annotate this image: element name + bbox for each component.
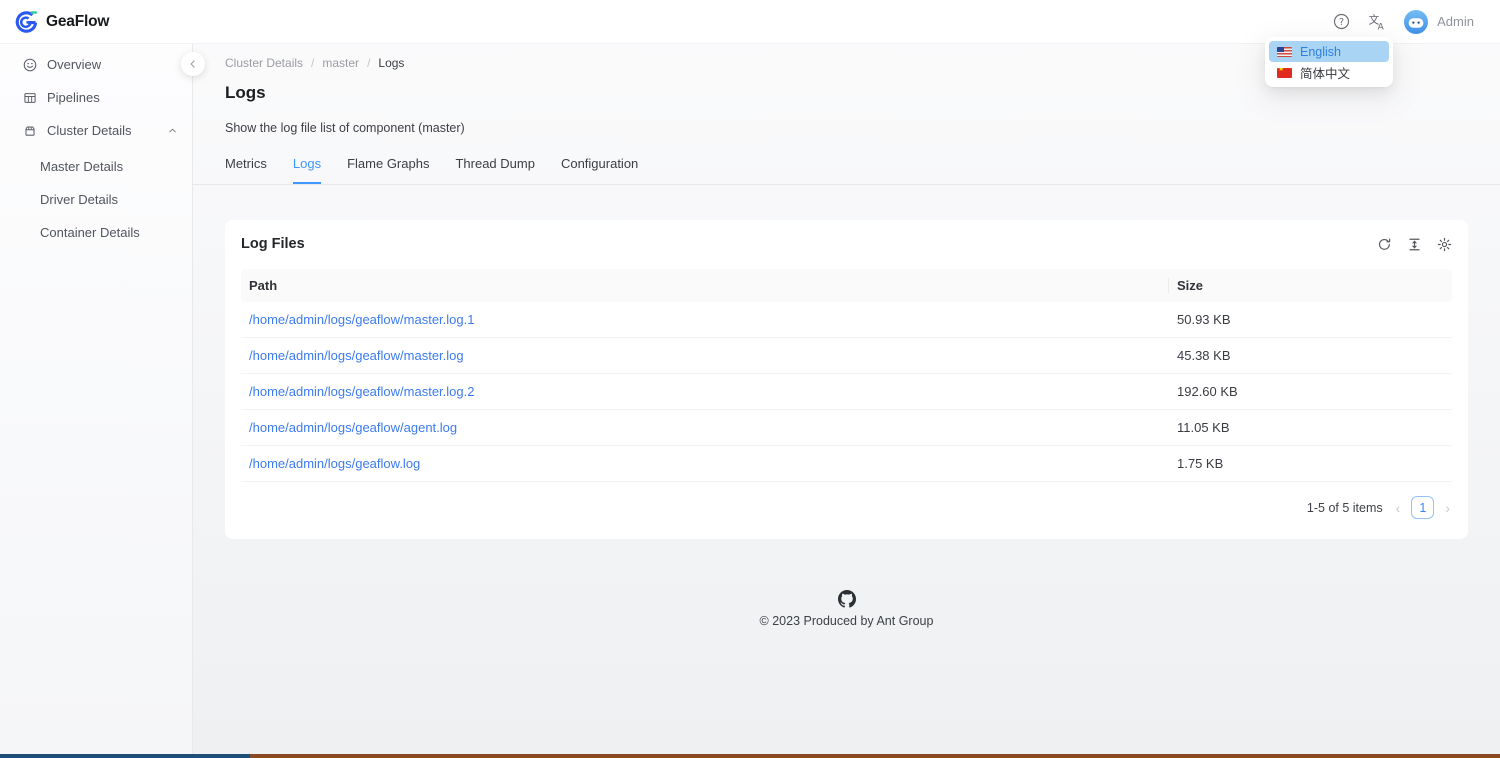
- tab-flame-graphs[interactable]: Flame Graphs: [347, 156, 429, 184]
- svg-text:?: ?: [1339, 17, 1344, 28]
- settings-gear-icon[interactable]: [1437, 237, 1452, 252]
- table-icon: [23, 91, 37, 105]
- log-file-size: 45.38 KB: [1169, 338, 1452, 373]
- geaflow-logo-icon: [14, 9, 39, 34]
- sidebar-item-label: Overview: [47, 57, 178, 72]
- log-file-link[interactable]: /home/admin/logs/geaflow.log: [249, 456, 420, 471]
- log-file-size: 11.05 KB: [1169, 410, 1452, 445]
- column-header-size: Size: [1169, 269, 1452, 302]
- sidebar: Overview Pipelines Cluster Details: [0, 44, 193, 758]
- help-icon[interactable]: ?: [1333, 13, 1350, 30]
- table-row: /home/admin/logs/geaflow/agent.log 11.05…: [241, 410, 1452, 446]
- table-row: /home/admin/logs/geaflow.log 1.75 KB: [241, 446, 1452, 482]
- sidebar-item-overview[interactable]: Overview: [0, 48, 192, 81]
- column-header-path: Path: [241, 269, 1169, 302]
- breadcrumb-item[interactable]: master: [322, 56, 359, 70]
- pagination-page-1[interactable]: 1: [1411, 496, 1434, 519]
- pagination: 1-5 of 5 items ‹ 1 ›: [241, 482, 1452, 523]
- sidebar-subitem-label: Driver Details: [40, 192, 118, 207]
- language-label: 简体中文: [1300, 63, 1350, 82]
- chevron-up-icon: [167, 125, 178, 136]
- language-option-chinese[interactable]: 简体中文: [1269, 62, 1389, 83]
- tab-configuration[interactable]: Configuration: [561, 156, 638, 184]
- log-file-size: 1.75 KB: [1169, 446, 1452, 481]
- sidebar-item-driver-details[interactable]: Driver Details: [0, 183, 192, 216]
- us-flag-icon: [1277, 47, 1292, 57]
- log-file-size: 50.93 KB: [1169, 302, 1452, 337]
- sidebar-item-label: Pipelines: [47, 90, 178, 105]
- smile-icon: [23, 58, 37, 72]
- sidebar-item-label: Cluster Details: [47, 123, 157, 138]
- page-footer: © 2023 Produced by Ant Group: [225, 590, 1468, 628]
- page-description: Show the log file list of component (mas…: [225, 121, 1468, 135]
- breadcrumb-separator: /: [367, 56, 370, 70]
- sidebar-subitem-label: Master Details: [40, 159, 123, 174]
- github-icon[interactable]: [838, 590, 856, 608]
- tab-metrics[interactable]: Metrics: [225, 156, 267, 184]
- sidebar-item-master-details[interactable]: Master Details: [0, 150, 192, 183]
- table-row: /home/admin/logs/geaflow/master.log.2 19…: [241, 374, 1452, 410]
- pagination-prev-icon[interactable]: ‹: [1394, 499, 1403, 517]
- pagination-summary: 1-5 of 5 items: [1307, 501, 1383, 515]
- brand-name: GeaFlow: [46, 13, 109, 31]
- sidebar-item-container-details[interactable]: Container Details: [0, 216, 192, 249]
- table-row: /home/admin/logs/geaflow/master.log.1 50…: [241, 302, 1452, 338]
- sidebar-collapse-button[interactable]: [181, 52, 205, 76]
- language-dropdown: English 简体中文: [1265, 37, 1393, 87]
- breadcrumb-item[interactable]: Cluster Details: [225, 56, 303, 70]
- cn-flag-icon: [1277, 68, 1292, 78]
- cluster-details-submenu: Master Details Driver Details Container …: [0, 150, 192, 249]
- log-files-table: Path Size /home/admin/logs/geaflow/maste…: [241, 269, 1452, 482]
- language-option-english[interactable]: English: [1269, 41, 1389, 62]
- avatar: [1404, 10, 1428, 34]
- user-menu[interactable]: Admin: [1404, 10, 1474, 34]
- log-file-link[interactable]: /home/admin/logs/geaflow/master.log.2: [249, 384, 474, 399]
- log-file-link[interactable]: /home/admin/logs/geaflow/master.log: [249, 348, 464, 363]
- log-files-card: Log Files: [225, 220, 1468, 539]
- copyright-text: © 2023 Produced by Ant Group: [760, 614, 934, 628]
- main-content: Cluster Details / master / Logs Logs Sho…: [193, 0, 1500, 628]
- reload-icon[interactable]: [1377, 237, 1392, 252]
- language-label: English: [1300, 45, 1341, 59]
- sidebar-item-pipelines[interactable]: Pipelines: [0, 81, 192, 114]
- translate-icon[interactable]: 文 A: [1368, 13, 1386, 31]
- user-name: Admin: [1437, 14, 1474, 29]
- sidebar-subitem-label: Container Details: [40, 225, 140, 240]
- brand-logo[interactable]: GeaFlow: [14, 9, 109, 34]
- card-title: Log Files: [241, 236, 305, 252]
- sidebar-item-cluster-details[interactable]: Cluster Details: [0, 114, 192, 147]
- bottom-edge-bar: [0, 754, 1500, 758]
- log-file-link[interactable]: /home/admin/logs/geaflow/master.log.1: [249, 312, 474, 327]
- pagination-next-icon[interactable]: ›: [1443, 499, 1452, 517]
- breadcrumb-separator: /: [311, 56, 314, 70]
- tab-bar: Metrics Logs Flame Graphs Thread Dump Co…: [193, 156, 1500, 185]
- cluster-icon: [23, 124, 37, 138]
- tab-logs[interactable]: Logs: [293, 156, 321, 184]
- table-header-row: Path Size: [241, 269, 1452, 302]
- log-file-link[interactable]: /home/admin/logs/geaflow/agent.log: [249, 420, 457, 435]
- table-row: /home/admin/logs/geaflow/master.log 45.3…: [241, 338, 1452, 374]
- svg-text:A: A: [1378, 22, 1385, 31]
- column-height-icon[interactable]: [1407, 237, 1422, 252]
- tab-thread-dump[interactable]: Thread Dump: [455, 156, 534, 184]
- log-file-size: 192.60 KB: [1169, 374, 1452, 409]
- breadcrumb-item-current: Logs: [378, 56, 404, 70]
